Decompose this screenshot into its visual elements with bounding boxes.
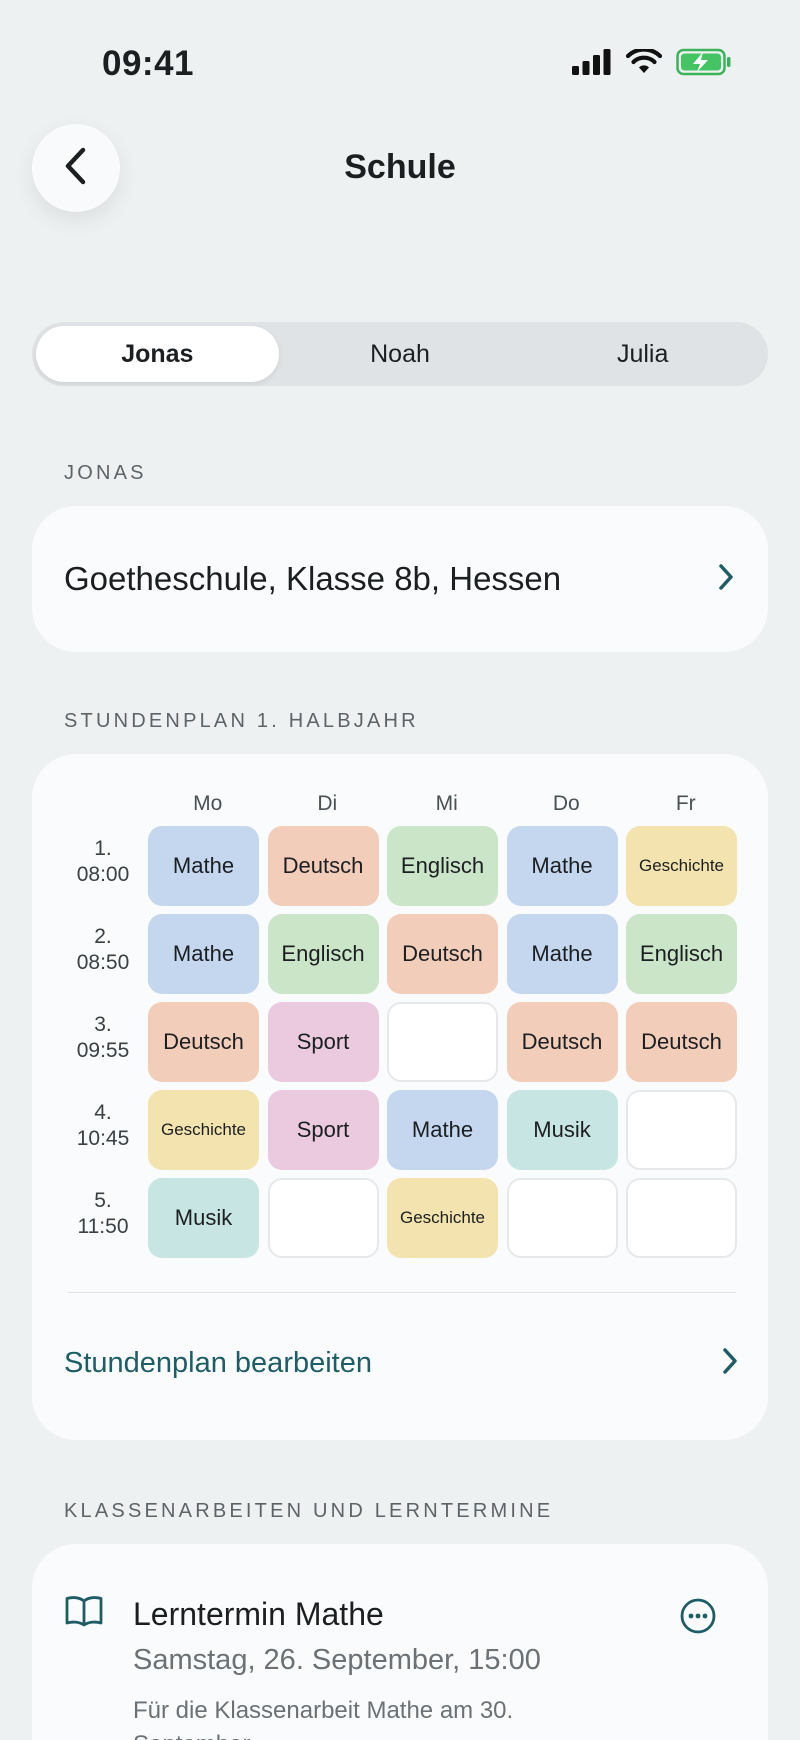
tab-noah[interactable]: Noah: [279, 326, 522, 382]
school-card[interactable]: Goetheschule, Klasse 8b, Hessen: [32, 506, 768, 652]
tab-jonas[interactable]: Jonas: [36, 326, 279, 382]
period-time: 3. 09:55: [62, 1012, 144, 1064]
period-time: 5. 11:50: [62, 1188, 144, 1240]
timetable-cell-empty[interactable]: [267, 1178, 379, 1258]
section-label-child: JONAS: [64, 462, 147, 484]
page-title: Schule: [344, 148, 456, 186]
timetable-row: 5. 11:50 Musik Geschichte: [32, 1178, 768, 1258]
timetable-cell[interactable]: Deutsch: [387, 914, 498, 994]
section-label-exams: KLASSENARBEITEN UND LERNTERMINE: [64, 1500, 554, 1522]
school-name: Goetheschule, Klasse 8b, Hessen: [64, 560, 562, 597]
exam-title: Lerntermin Mathe: [133, 1596, 384, 1632]
tab-julia[interactable]: Julia: [521, 326, 764, 382]
timetable-card: Mo Di Mi Do Fr 1. 08:00 Mathe Deutsch Englis…: [32, 754, 768, 1440]
signal-icon: [572, 49, 612, 80]
timetable-cell[interactable]: Deutsch: [626, 1002, 737, 1082]
period-start-time: 11:50: [77, 1215, 129, 1238]
day-header: Mo: [193, 792, 223, 815]
period-start-time: 08:50: [76, 951, 130, 974]
period-number: 1.: [94, 837, 112, 860]
period-time: 2. 08:50: [62, 924, 144, 976]
section-label-timetable: STUNDENPLAN 1. HALBJAHR: [64, 710, 419, 732]
period-start-time: 10:45: [76, 1127, 130, 1150]
day-header: Do: [552, 792, 580, 815]
timetable-cell[interactable]: Musik: [506, 1090, 618, 1170]
timetable-cell-empty[interactable]: [626, 1178, 737, 1258]
timetable-cell[interactable]: Geschichte: [626, 826, 737, 906]
status-time: 09:41: [102, 44, 195, 83]
period-start-time: 09:55: [76, 1039, 130, 1062]
timetable-row: 3. 09:55 Deutsch Sport Deutsch Deutsch: [32, 1002, 768, 1082]
day-header: Di: [317, 792, 338, 815]
edit-timetable-label: Stundenplan bearbeiten: [64, 1347, 372, 1379]
timetable-row: 1. 08:00 Mathe Deutsch Englisch Mathe Geschich…: [32, 826, 768, 906]
timetable-cell-empty[interactable]: [506, 1178, 618, 1258]
chevron-right-icon: [716, 562, 736, 597]
day-header: Mi: [435, 792, 458, 815]
status-bar: 09:41: [0, 0, 800, 110]
child-segmented-control: Jonas Noah Julia: [32, 322, 768, 386]
timetable-cell[interactable]: Deutsch: [267, 826, 379, 906]
timetable-cell[interactable]: Geschichte: [387, 1178, 498, 1258]
divider: [68, 1292, 736, 1293]
status-icons: [572, 47, 732, 81]
book-icon: [64, 1594, 104, 1633]
timetable-cell[interactable]: Englisch: [267, 914, 379, 994]
timetable-cell[interactable]: Deutsch: [506, 1002, 618, 1082]
edit-timetable-button[interactable]: Stundenplan bearbeiten: [64, 1346, 740, 1381]
timetable-row: 2. 08:50 Mathe Englisch Deutsch Mathe Englisch: [32, 914, 768, 994]
timetable-cell[interactable]: Mathe: [506, 826, 618, 906]
period-number: 3.: [94, 1013, 112, 1036]
wifi-icon: [625, 47, 663, 80]
timetable-cell[interactable]: Sport: [267, 1002, 379, 1082]
exam-item[interactable]: Lerntermin Mathe Samstag, 26. September,…: [32, 1544, 768, 1740]
timetable-cell[interactable]: Deutsch: [148, 1002, 259, 1082]
period-time: 1. 08:00: [62, 836, 144, 888]
timetable-cell-empty[interactable]: [387, 1002, 498, 1082]
more-options-icon[interactable]: [680, 1598, 716, 1639]
timetable-cell-empty[interactable]: [626, 1090, 737, 1170]
timetable-cell[interactable]: Mathe: [387, 1090, 498, 1170]
timetable-cell[interactable]: Geschichte: [148, 1090, 259, 1170]
timetable-cell[interactable]: Mathe: [148, 826, 259, 906]
day-header: Fr: [675, 792, 696, 815]
period-number: 5.: [94, 1189, 112, 1212]
period-time: 4. 10:45: [62, 1100, 144, 1152]
timetable-row: 4. 10:45 Geschichte Sport Mathe Musik: [32, 1090, 768, 1170]
exam-date: Samstag, 26. September, 15:00: [133, 1644, 541, 1676]
chevron-right-icon: [720, 1346, 740, 1381]
period-start-time: 08:00: [76, 863, 130, 886]
timetable-days: Mo Di Mi Do Fr: [148, 792, 746, 816]
exam-description: Für die Klassenarbeit Mathe am 30. Septe…: [133, 1697, 514, 1740]
timetable-cell[interactable]: Sport: [267, 1090, 379, 1170]
battery-charging-icon: [676, 48, 732, 81]
period-number: 4.: [94, 1101, 112, 1124]
period-number: 2.: [94, 925, 112, 948]
timetable-cell[interactable]: Musik: [148, 1178, 259, 1258]
timetable-cell[interactable]: Mathe: [148, 914, 259, 994]
timetable-cell[interactable]: Englisch: [387, 826, 498, 906]
timetable-cell[interactable]: Mathe: [506, 914, 618, 994]
timetable-cell[interactable]: Englisch: [626, 914, 737, 994]
